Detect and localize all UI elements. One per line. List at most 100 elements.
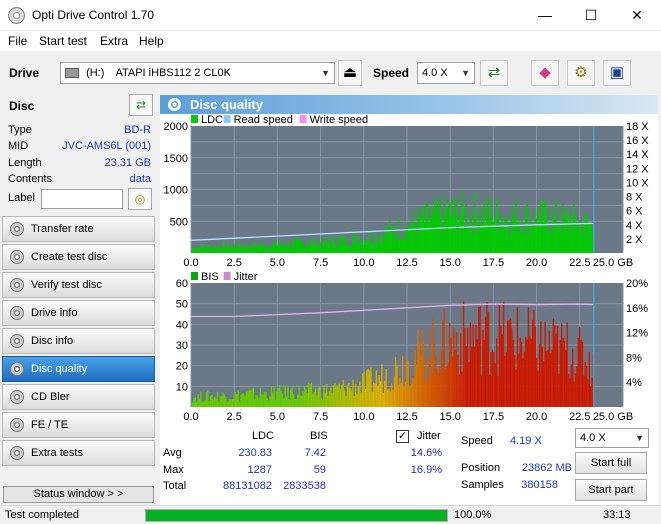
bis-y2-tick-label: 4%: [626, 377, 642, 389]
bis-bar: [324, 392, 326, 407]
nav-verify-test-disc-button[interactable]: Verify test disc: [2, 272, 155, 298]
bis-bar: [207, 390, 209, 407]
ldc-bar: [252, 247, 255, 253]
bis-bar: [513, 355, 516, 407]
ldc-bar: [222, 242, 224, 253]
stats-max-bis: 59: [313, 464, 326, 476]
ldc-bar: [320, 242, 322, 253]
app-disc-icon: [8, 7, 25, 24]
ldc-y2-tick-label: 14 X: [626, 149, 649, 161]
ldc-bar: [562, 203, 564, 253]
minimize-button[interactable]: —: [522, 0, 568, 31]
bis-bar: [515, 369, 517, 407]
bis-bar: [419, 354, 422, 407]
ldc-x-tick-label: 0.0: [183, 257, 198, 269]
nav-fe-te-button[interactable]: FE / TE: [2, 412, 155, 438]
ldc-bar: [544, 200, 546, 253]
ldc-bar: [212, 248, 214, 253]
bis-y2-tick-label: 20%: [626, 278, 648, 290]
disc-label-input[interactable]: [41, 189, 123, 209]
ldc-bar: [312, 239, 314, 253]
maximize-button[interactable]: ☐: [568, 0, 614, 31]
ldc-y-tick-label: 500: [170, 216, 188, 228]
ldc-bar: [542, 222, 545, 253]
start-part-button[interactable]: Start part: [575, 479, 647, 501]
disc-refresh-button[interactable]: ⇄: [129, 94, 153, 116]
ldc-bar: [302, 242, 304, 253]
bis-bar: [538, 344, 541, 407]
nav-cd-bler-button[interactable]: CD Bler: [2, 384, 155, 410]
jitter-checkbox[interactable]: ✓: [396, 430, 409, 443]
bis-bar: [255, 394, 257, 407]
eject-button[interactable]: ⏏: [338, 60, 362, 86]
refresh-button[interactable]: ⇄: [480, 60, 508, 86]
ldc-bar: [476, 233, 479, 253]
bis-bar: [338, 383, 340, 407]
ldc-bar: [570, 233, 573, 253]
nav-label: Transfer rate: [31, 223, 94, 235]
ldc-bar: [314, 237, 317, 253]
bis-bar: [256, 395, 259, 407]
ldc-bar: [237, 241, 239, 253]
bis-bar: [572, 348, 574, 407]
bis-bar: [267, 400, 270, 407]
menu-extra[interactable]: Extra: [100, 34, 128, 48]
menu-start-test[interactable]: Start test: [39, 34, 87, 48]
nav-disc-info-button[interactable]: Disc info: [2, 328, 155, 354]
ldc-bar: [585, 215, 588, 253]
refresh-arrows-icon: ⇄: [135, 98, 147, 112]
bis-bar: [440, 350, 443, 407]
bis-x-tick-label: 20.0: [526, 411, 547, 423]
disc-contents-value: data: [129, 173, 151, 185]
test-speed-select[interactable]: 4.0 X ▼: [575, 428, 649, 448]
drive-select[interactable]: (H:) ATAPI iHBS112 2 CL0K ▼: [60, 62, 335, 84]
settings-button[interactable]: ⚙: [567, 60, 595, 86]
bis-bar: [520, 341, 523, 407]
stats-panel: LDC BIS ✓ Jitter Avg 230.83 7.42 14.6% M…: [160, 424, 658, 506]
ldc-bar: [319, 241, 321, 253]
ldc-bar: [236, 248, 238, 253]
ldc-bar: [442, 233, 444, 253]
ldc-y2-tick-label: 2 X: [626, 234, 643, 246]
ldc-bar: [266, 245, 268, 253]
menu-file[interactable]: File: [8, 34, 27, 48]
bis-bar: [291, 387, 293, 407]
bis-bar: [247, 391, 249, 407]
nav-create-test-disc-button[interactable]: Create test disc: [2, 244, 155, 270]
save-button[interactable]: ▣: [603, 60, 631, 86]
eject-icon: ⏏: [342, 64, 358, 81]
ldc-bar: [482, 225, 484, 253]
bis-bar: [390, 383, 393, 407]
ldc-x-tick-label: 22.5: [569, 257, 590, 269]
position-label: Position: [461, 462, 501, 474]
start-full-button[interactable]: Start full: [575, 452, 647, 474]
nav-drive-info-button[interactable]: Drive info: [2, 300, 155, 326]
bis-bar: [486, 302, 488, 407]
ldc-bar: [428, 222, 430, 253]
disc-icon: [10, 250, 24, 264]
menu-help[interactable]: Help: [139, 34, 164, 48]
status-window-button[interactable]: Status window > >: [3, 486, 154, 503]
bis-bar: [320, 397, 322, 407]
bis-bar: [213, 396, 216, 407]
nav-extra-tests-button[interactable]: Extra tests: [2, 440, 155, 466]
close-button[interactable]: ✕: [614, 0, 660, 31]
bis-bar: [364, 388, 367, 407]
bis-bar: [316, 395, 318, 407]
ldc-bar: [519, 227, 521, 253]
bis-bar: [495, 338, 498, 407]
bis-bar: [356, 393, 358, 407]
checkmark-icon: ✓: [397, 430, 408, 442]
label-apply-button[interactable]: ◎: [128, 188, 152, 210]
bis-bar: [254, 399, 256, 407]
speed-select[interactable]: 4.0 X ▼: [417, 62, 475, 84]
erase-button[interactable]: ◆: [531, 60, 559, 86]
nav-transfer-rate-button[interactable]: Transfer rate: [2, 216, 155, 242]
bis-bar: [379, 381, 382, 407]
bis-bar: [205, 391, 208, 407]
bis-bar: [317, 387, 320, 407]
nav-disc-quality-button[interactable]: Disc quality: [2, 356, 155, 382]
bis-bar: [371, 391, 373, 407]
drive-letter: (H:): [86, 67, 105, 79]
ldc-bar: [583, 226, 585, 253]
